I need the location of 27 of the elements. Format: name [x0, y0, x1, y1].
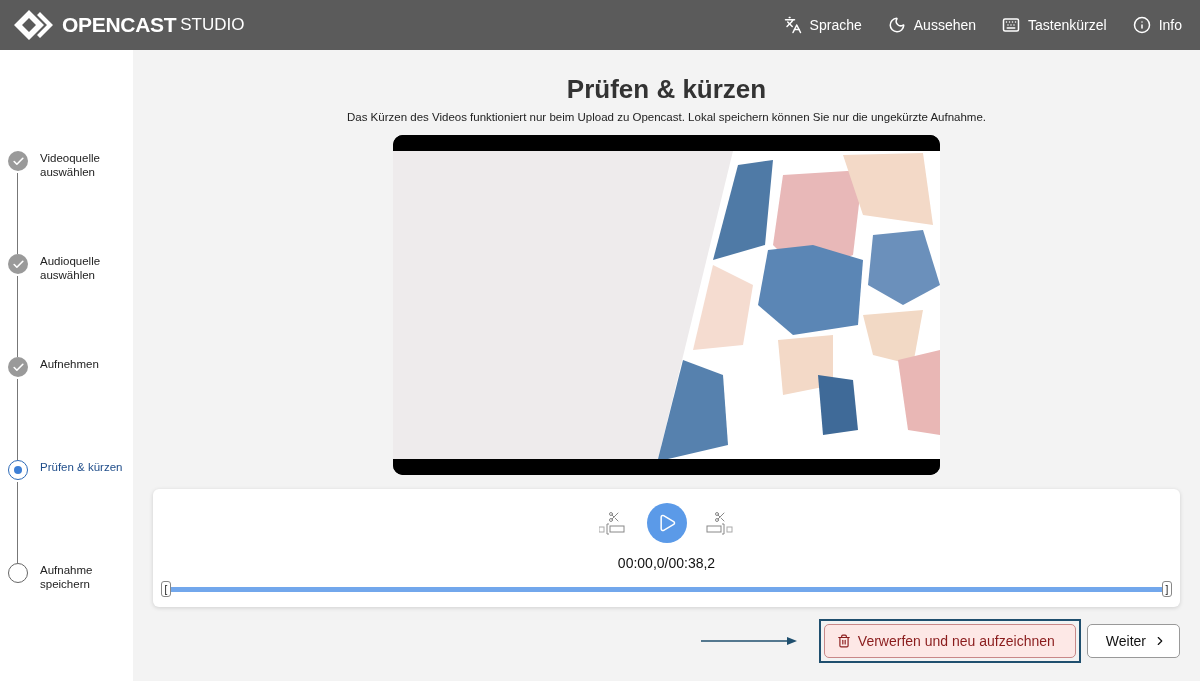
- trim-start-handle[interactable]: [: [161, 581, 171, 597]
- header-menu-item[interactable]: Info: [1132, 16, 1182, 34]
- logo-text: OPENCAST: [62, 13, 177, 37]
- page-subtitle: Das Kürzen des Videos funktioniert nur beim Upload zu Opencast. Lokal speichern können Sie nur die ungekürzte Aufnahme.: [346, 111, 987, 123]
- step-label: Audioquelle auswählen: [40, 254, 102, 283]
- step-label: Aufnahme speichern: [40, 563, 94, 592]
- trash-icon: [836, 634, 851, 648]
- header-menu-item[interactable]: Aussehen: [887, 16, 977, 34]
- page-title: Prüfen & kürzen: [566, 74, 767, 105]
- discard-button[interactable]: Verwerfen und neu aufzeichnen: [823, 624, 1076, 658]
- keyboard-icon: [1002, 16, 1021, 34]
- step-label: Prüfen & kürzen: [40, 460, 124, 475]
- play-button[interactable]: [646, 503, 687, 543]
- timeline-track[interactable]: [171, 586, 1162, 592]
- logo-subtitle: STUDIO: [180, 15, 245, 35]
- logo-icon: [14, 10, 54, 40]
- next-button[interactable]: Weiter: [1086, 624, 1180, 658]
- header-menu-item[interactable]: Sprache: [783, 16, 862, 34]
- header-menu-item[interactable]: Tastenkürzel: [1002, 16, 1107, 34]
- trim-end-icon[interactable]: [704, 511, 735, 535]
- step-label: Videoquelle auswählen: [40, 151, 101, 180]
- playback-time: 00:00,0/00:38,2: [617, 555, 716, 571]
- trim-end-handle[interactable]: ]: [1162, 581, 1172, 597]
- step-label: Aufnehmen: [40, 357, 100, 372]
- translate-icon: [783, 16, 802, 34]
- info-icon: [1132, 16, 1151, 34]
- moon-icon: [887, 16, 906, 34]
